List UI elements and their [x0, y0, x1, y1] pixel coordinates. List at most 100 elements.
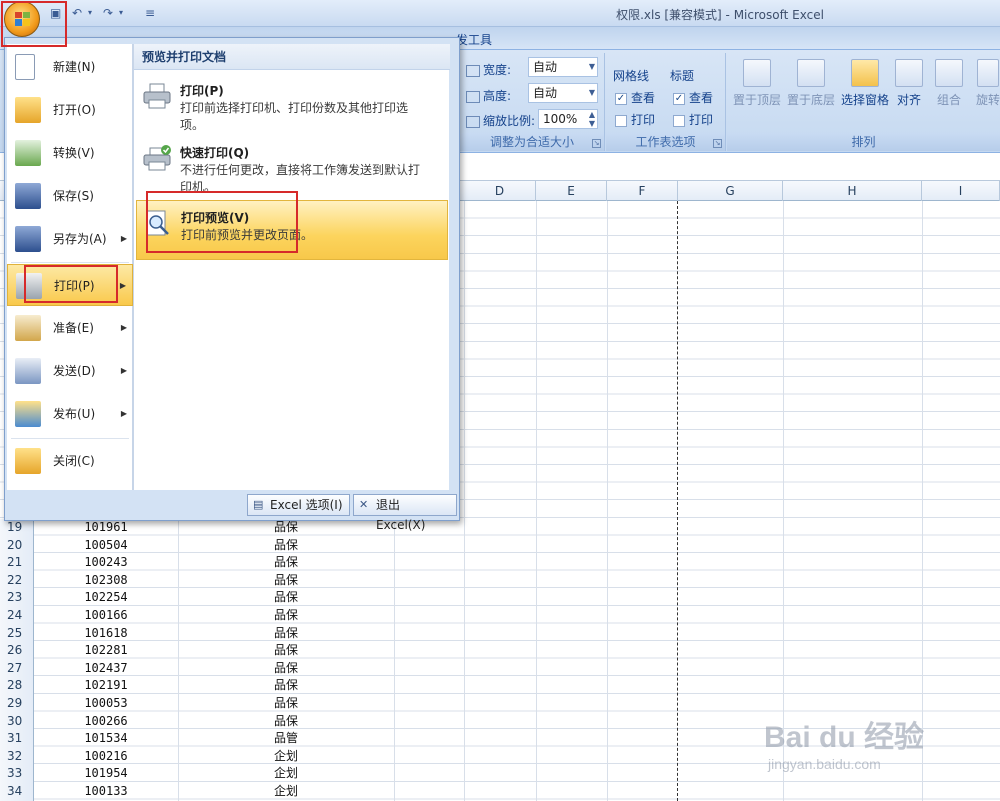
bring-to-front-button[interactable]: 置于顶层	[731, 59, 783, 108]
menu-item-prepare[interactable]: 准备(E) ▶	[7, 307, 133, 349]
exit-excel-button[interactable]: ✕ 退出 Excel(X)	[353, 494, 457, 532]
zoom-value: 100%	[543, 112, 578, 126]
row-number[interactable]: 29	[0, 695, 34, 713]
headings-print-checkbox[interactable]: 打印	[673, 111, 713, 128]
menu-item-publish[interactable]: 发布(U) ▶	[7, 393, 133, 435]
cell-employee-id[interactable]: 101954	[34, 765, 178, 783]
office-menu-footer: ▤ Excel 选项(I) ✕ 退出 Excel(X)	[7, 492, 457, 532]
row-number[interactable]: 19	[0, 519, 34, 537]
cell-employee-id[interactable]: 100166	[34, 607, 178, 625]
menu-item-convert[interactable]: 转换(V)	[7, 132, 133, 174]
dialog-launcher-icon[interactable]: ↘	[592, 139, 601, 148]
sheet-options-group-label: 工作表选项	[606, 133, 725, 151]
selection-pane-button[interactable]: 选择窗格	[837, 59, 893, 108]
window-title: 权限.xls [兼容模式] - Microsoft Excel	[616, 8, 824, 22]
cell-employee-id[interactable]: 102254	[34, 589, 178, 607]
menu-item-print[interactable]: 打印(P) ▶	[7, 264, 133, 306]
row-number[interactable]: 32	[0, 747, 34, 766]
cell-department[interactable]: 品管	[178, 730, 394, 748]
checkbox-icon	[615, 114, 627, 127]
column-header-h[interactable]: H	[783, 181, 922, 201]
cell-employee-id[interactable]: 100133	[34, 783, 178, 801]
menu-item-open[interactable]: 打开(O)	[7, 89, 133, 131]
cell-department[interactable]: 品保	[178, 589, 394, 607]
cell-employee-id[interactable]: 100053	[34, 695, 178, 713]
row-number[interactable]: 22	[0, 571, 34, 590]
cell-employee-id[interactable]: 100216	[34, 748, 178, 766]
zoom-spinner[interactable]: 100% ▲ ▼	[538, 109, 598, 129]
cell-department[interactable]: 品保	[178, 554, 394, 572]
cell-department[interactable]: 品保	[178, 660, 394, 678]
headings-view-checkbox[interactable]: ✓ 查看	[673, 89, 713, 106]
cell-employee-id[interactable]: 100266	[34, 713, 178, 731]
cell-department[interactable]: 企划	[178, 748, 394, 766]
spinner-icon[interactable]: ▲ ▼	[589, 110, 595, 128]
submenu-arrow-icon: ▶	[120, 366, 127, 375]
save-as-icon	[15, 226, 41, 252]
column-header-e[interactable]: E	[536, 181, 607, 201]
row-number[interactable]: 21	[0, 554, 34, 572]
row-number[interactable]: 23	[0, 589, 34, 607]
menu-item-save-as[interactable]: 另存为(A) ▶	[7, 218, 133, 260]
tab-developer[interactable]: 发工具	[456, 31, 492, 48]
cell-department[interactable]: 品保	[178, 572, 394, 590]
submenu-title: 预览并打印文档	[134, 44, 450, 70]
cell-department[interactable]: 品保	[178, 537, 394, 555]
cell-employee-id[interactable]: 100504	[34, 537, 178, 555]
row-number[interactable]: 25	[0, 624, 34, 643]
height-combo[interactable]: 自动 ▼	[528, 83, 598, 103]
row-number[interactable]: 30	[0, 712, 34, 731]
cell-employee-id[interactable]: 102281	[34, 642, 178, 660]
submenu-print-preview[interactable]: 打印预览(V) 打印前预览并更改页面。	[136, 200, 448, 260]
convert-icon	[15, 140, 41, 166]
column-header-g[interactable]: G	[678, 181, 783, 201]
row-number[interactable]: 20	[0, 536, 34, 555]
width-combo[interactable]: 自动 ▼	[528, 57, 598, 77]
row-number[interactable]: 31	[0, 730, 34, 748]
office-button[interactable]	[4, 1, 40, 37]
cell-department[interactable]: 企划	[178, 765, 394, 783]
menu-item-close[interactable]: 关闭(C)	[7, 440, 133, 482]
row-number[interactable]: 28	[0, 677, 34, 695]
cell-employee-id[interactable]: 102191	[34, 677, 178, 695]
cell-department[interactable]: 企划	[178, 783, 394, 801]
rotate-button[interactable]: 旋转	[973, 59, 1000, 108]
cell-employee-id[interactable]: 102308	[34, 572, 178, 590]
submenu-print[interactable]: 打印(P) 打印前选择打印机、打印份数及其他打印选项。	[136, 74, 448, 134]
cell-department[interactable]: 品保	[178, 695, 394, 713]
submenu-quick-print[interactable]: 快速打印(Q) 不进行任何更改，直接将工作簿发送到默认打印机。	[136, 136, 448, 196]
cell-department[interactable]: 品保	[178, 677, 394, 695]
menu-item-save[interactable]: 保存(S)	[7, 175, 133, 217]
prepare-pencil-icon	[15, 315, 41, 341]
send-to-back-button[interactable]: 置于底层	[785, 59, 837, 108]
menu-separator	[11, 262, 129, 263]
arrange-group-label: 排列	[727, 133, 1000, 151]
group-button[interactable]: 组合	[927, 59, 971, 108]
row-number[interactable]: 26	[0, 642, 34, 660]
cell-department[interactable]: 品保	[178, 642, 394, 660]
menu-item-new[interactable]: 新建(N)	[7, 46, 133, 88]
excel-options-button[interactable]: ▤ Excel 选项(I)	[247, 494, 350, 516]
cell-department[interactable]: 品保	[178, 713, 394, 731]
column-header-f[interactable]: F	[607, 181, 678, 201]
cell-employee-id[interactable]: 101618	[34, 625, 178, 643]
cell-department[interactable]: 品保	[178, 625, 394, 643]
align-button[interactable]: 对齐	[887, 59, 931, 108]
cell-employee-id[interactable]: 101534	[34, 730, 178, 748]
dialog-launcher-icon[interactable]: ↘	[713, 139, 722, 148]
gridlines-print-checkbox[interactable]: 打印	[615, 111, 655, 128]
row-number[interactable]: 27	[0, 659, 34, 678]
column-header-i[interactable]: I	[922, 181, 1000, 201]
cell-department[interactable]: 品保	[178, 519, 394, 537]
row-number[interactable]: 24	[0, 607, 34, 625]
row-number[interactable]: 34	[0, 783, 34, 801]
options-icon: ▤	[253, 498, 264, 511]
gridlines-view-checkbox[interactable]: ✓ 查看	[615, 89, 655, 106]
menu-item-send[interactable]: 发送(D) ▶	[7, 350, 133, 392]
cell-employee-id[interactable]: 100243	[34, 554, 178, 572]
row-number[interactable]: 33	[0, 765, 34, 783]
column-header-d[interactable]: D	[464, 181, 536, 201]
cell-employee-id[interactable]: 102437	[34, 660, 178, 678]
cell-employee-id[interactable]: 101961	[34, 519, 178, 537]
cell-department[interactable]: 品保	[178, 607, 394, 625]
